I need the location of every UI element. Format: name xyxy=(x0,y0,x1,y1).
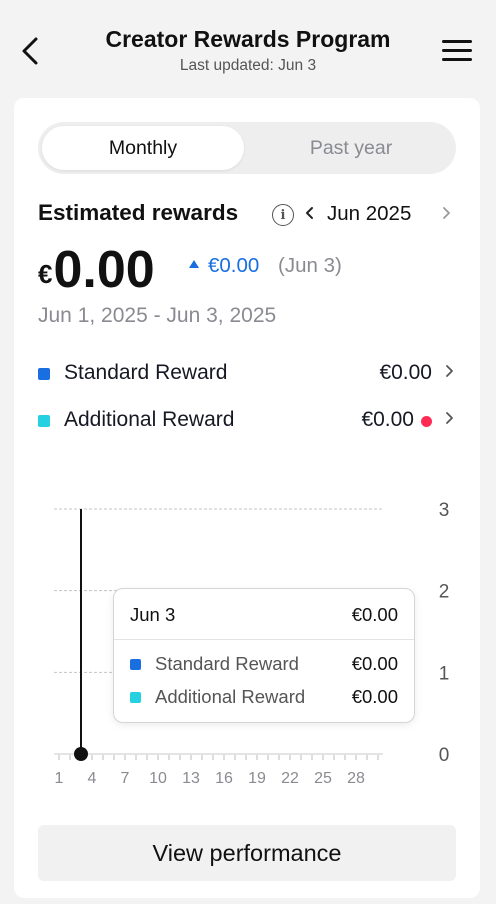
y-tick-label: 0 xyxy=(439,745,450,766)
x-tick-label: 10 xyxy=(149,770,167,787)
tooltip-row-label: Additional Reward xyxy=(155,686,306,707)
y-tick-label: 1 xyxy=(439,663,450,684)
tooltip-row-additional: Additional Reward €0.00 xyxy=(130,685,398,709)
additional-reward-swatch xyxy=(130,692,141,703)
view-performance-button[interactable]: View performance xyxy=(38,825,456,881)
x-tick-label: 7 xyxy=(121,770,130,787)
last-updated-text: Last updated: Jun 3 xyxy=(179,57,317,74)
x-tick-label: 16 xyxy=(215,770,233,787)
tooltip-row-standard: Standard Reward €0.00 xyxy=(130,652,398,676)
y-tick-label: 2 xyxy=(439,582,450,603)
x-tick-label: 19 xyxy=(248,770,266,787)
tooltip-total: €0.00 xyxy=(351,604,398,625)
x-tick-label: 22 xyxy=(281,770,299,787)
rewards-card: Monthly Past year Estimated rewards i Ju… xyxy=(14,98,480,898)
hamburger-icon xyxy=(442,49,472,52)
header: Creator Rewards Program Last updated: Ju… xyxy=(0,0,496,96)
tooltip-row-value: €0.00 xyxy=(351,686,398,707)
hamburger-icon xyxy=(442,40,472,43)
x-tick-label: 13 xyxy=(182,770,200,787)
tooltip-row-label: Standard Reward xyxy=(155,653,299,674)
selected-point xyxy=(74,747,88,761)
hamburger-icon xyxy=(442,58,472,61)
menu-button[interactable] xyxy=(442,36,476,66)
tooltip-divider xyxy=(114,639,414,640)
x-tick-label: 28 xyxy=(347,770,365,787)
x-tick-label: 25 xyxy=(314,770,332,787)
page-title: Creator Rewards Program xyxy=(105,26,391,52)
tooltip-date: Jun 3 xyxy=(130,604,176,625)
chart-tooltip: Jun 3 €0.00 Standard Reward €0.00 Additi… xyxy=(113,588,415,723)
tooltip-row-value: €0.00 xyxy=(351,653,398,674)
y-tick-label: 3 xyxy=(439,500,450,521)
x-tick-label: 1 xyxy=(55,770,64,787)
x-tick-label: 4 xyxy=(88,770,97,787)
standard-reward-swatch xyxy=(130,659,141,670)
